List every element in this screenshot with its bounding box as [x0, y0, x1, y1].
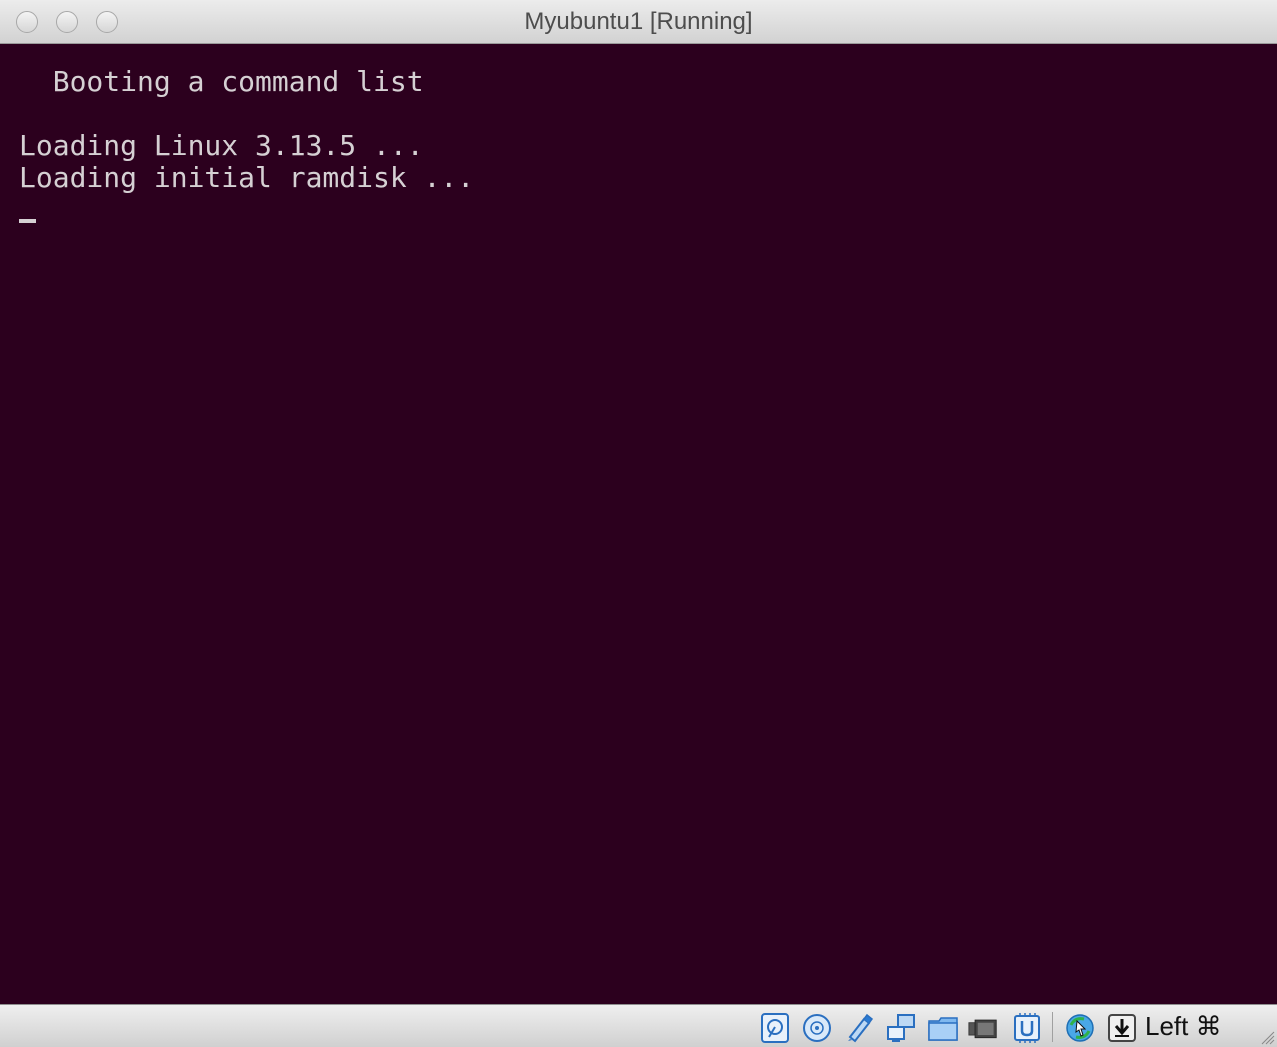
console-line: Booting a command list [19, 65, 424, 98]
status-separator [1052, 1012, 1053, 1042]
host-key-label: Left ⌘ [1145, 1011, 1222, 1041]
vm-console-screen[interactable]: Booting a command list Loading Linux 3.1… [0, 44, 1277, 1004]
status-bar: Left ⌘ [0, 1004, 1277, 1047]
mouse-integration-icon[interactable] [1065, 1013, 1095, 1043]
title-bar[interactable]: Myubuntu1 [Running] [0, 0, 1277, 44]
optical-drive-icon[interactable] [802, 1013, 832, 1043]
console-line: Loading initial ramdisk ... [19, 161, 475, 194]
resize-grip-icon[interactable] [1259, 1029, 1275, 1045]
vm-window: Myubuntu1 [Running] Booting a command li… [0, 0, 1277, 1047]
shared-folders-icon[interactable] [928, 1013, 958, 1043]
window-title: Myubuntu1 [Running] [524, 8, 753, 35]
keyboard-capture-icon[interactable] [1107, 1013, 1137, 1043]
console-line: Loading Linux 3.13.5 ... [19, 129, 424, 162]
hard-disk-icon[interactable] [760, 1013, 790, 1043]
network-icon[interactable] [886, 1013, 916, 1043]
video-capture-icon[interactable] [968, 1013, 998, 1043]
cpu-virtualization-icon[interactable] [1012, 1013, 1042, 1043]
text-cursor [19, 219, 36, 223]
usb-icon[interactable] [844, 1013, 874, 1043]
